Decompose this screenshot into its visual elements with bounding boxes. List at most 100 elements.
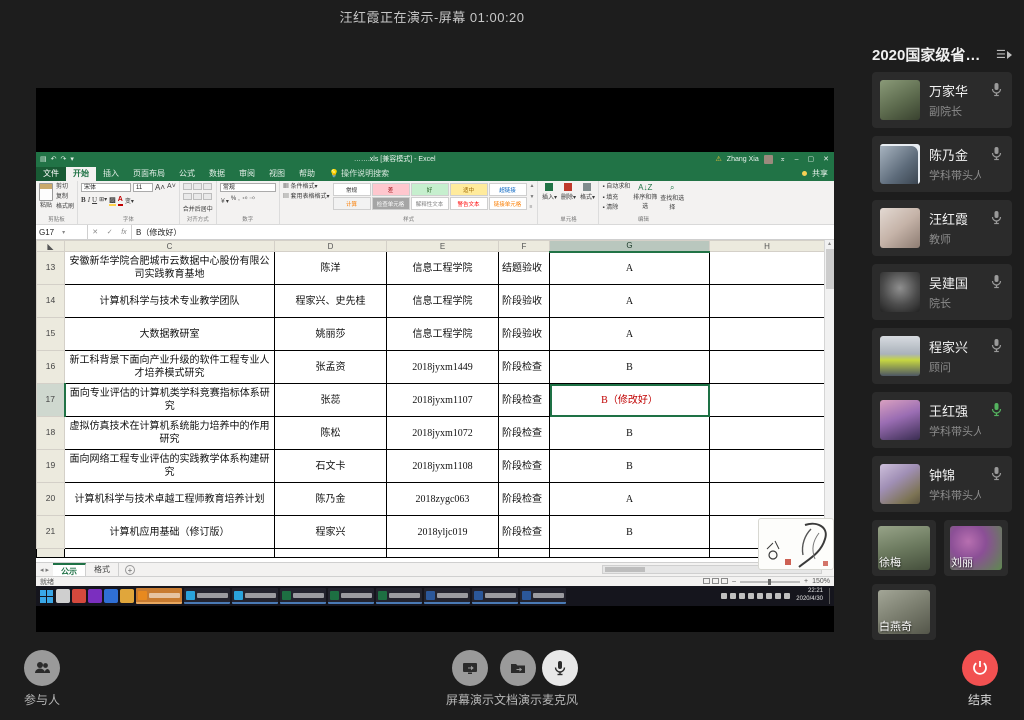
paste-label[interactable]: 粘贴: [40, 202, 52, 211]
cell-unit-or-number[interactable]: 信息工程学院: [387, 252, 499, 285]
cell-grade[interactable]: B: [550, 351, 710, 384]
italic-button[interactable]: I: [88, 196, 90, 206]
zoom-slider[interactable]: [740, 581, 800, 583]
taskbar-window-button[interactable]: [136, 588, 182, 604]
cancel-entry-icon[interactable]: ✕: [92, 228, 98, 236]
cell-unit-or-number[interactable]: 2018jyxm1107: [387, 384, 499, 417]
clipboard-small-button[interactable]: 复制: [56, 193, 74, 202]
excel-tab-5[interactable]: 公式: [172, 167, 202, 181]
cell-style-chip[interactable]: 适中: [450, 183, 488, 196]
cell-style-chip[interactable]: 警告文本: [450, 197, 488, 210]
indent-buttons[interactable]: [183, 193, 212, 200]
excel-tab-1[interactable]: 文件: [36, 167, 66, 181]
decimal-icons[interactable]: ⁺⁰ ⁻⁰: [242, 196, 255, 205]
table-row[interactable]: 21 计算机应用基础（修订版） 程家兴 2018yljc019 阶段检查 B: [37, 516, 825, 549]
taskbar-pinned-icon[interactable]: [88, 589, 102, 603]
excel-tab-8[interactable]: 视图: [262, 167, 292, 181]
participant-card[interactable]: 王红强 学科带头人: [872, 392, 1012, 448]
end-meeting-button[interactable]: 结束: [962, 650, 998, 708]
cell-stage[interactable]: 阶段验收: [499, 285, 550, 318]
excel-quick-access-toolbar[interactable]: ▤↶↷▾: [40, 156, 74, 163]
cell-unit-or-number[interactable]: 信息工程学院: [387, 318, 499, 351]
insert-function-icon[interactable]: fx: [121, 229, 126, 236]
zoom-in-icon[interactable]: +: [804, 578, 808, 585]
cell-leader[interactable]: 陈松: [275, 417, 387, 450]
cell-grade[interactable]: B: [550, 417, 710, 450]
table-row[interactable]: 14 计算机科学与技术专业教学团队 程家兴、史先桂 信息工程学院 阶段验收 A: [37, 285, 825, 318]
bold-button[interactable]: B: [81, 196, 86, 206]
cell-empty[interactable]: [710, 417, 825, 450]
row-number[interactable]: 21: [37, 516, 65, 549]
cell-unit-or-number[interactable]: 信息工程学院: [387, 285, 499, 318]
number-format-select[interactable]: 常规: [220, 183, 276, 192]
phonetic-icon[interactable]: 变▾: [125, 196, 134, 206]
taskbar-clock[interactable]: 22:21 2020/4/30: [796, 588, 823, 604]
zoom-level[interactable]: 150%: [812, 578, 830, 585]
column-header-d[interactable]: D: [275, 241, 387, 252]
fill-color-icon[interactable]: ▨: [109, 196, 116, 206]
row-number[interactable]: 15: [37, 318, 65, 351]
cell-style-chip[interactable]: 链接单元格: [489, 197, 527, 210]
shrink-font-icon[interactable]: A˅: [167, 183, 176, 192]
sort-filter-button[interactable]: A↓Z排序和筛选: [633, 183, 657, 210]
cell-empty[interactable]: [710, 285, 825, 318]
row-number[interactable]: 20: [37, 483, 65, 516]
font-color-icon[interactable]: A: [118, 196, 123, 206]
cell-stage[interactable]: 阶段检查: [499, 450, 550, 483]
clipboard-small-button[interactable]: 格式刷: [56, 203, 74, 212]
editing-small-button[interactable]: ▪ 填充: [602, 194, 630, 204]
cell-grade[interactable]: B（修改好）: [550, 384, 710, 417]
editing-small-button[interactable]: ▪ 清除: [602, 204, 630, 214]
merge-center-button[interactable]: 合并后居中: [183, 204, 213, 213]
taskbar-window-button[interactable]: [472, 588, 518, 604]
column-header-c[interactable]: C: [65, 241, 275, 252]
cell-stage[interactable]: 结题验收: [499, 252, 550, 285]
mic-status-icon[interactable]: [990, 338, 1004, 359]
cell-style-chip[interactable]: 计算: [333, 197, 371, 210]
cell-stage[interactable]: 阶段检查: [499, 384, 550, 417]
mic-status-icon[interactable]: [990, 146, 1004, 167]
grow-font-icon[interactable]: A˄: [155, 183, 165, 192]
view-shortcut-icons[interactable]: [701, 578, 728, 586]
row-number[interactable]: 14: [37, 285, 65, 318]
vertical-scrollbar[interactable]: ▴: [824, 240, 834, 558]
mic-status-icon[interactable]: [990, 274, 1004, 295]
conditional-format-button[interactable]: ▦ 条件格式▾: [283, 183, 330, 192]
row-number[interactable]: 13: [37, 252, 65, 285]
excel-tab-10[interactable]: 💡 操作说明搜索: [322, 167, 396, 181]
cell-leader[interactable]: 张孟资: [275, 351, 387, 384]
cell-stage[interactable]: 阶段验收: [499, 318, 550, 351]
add-sheet-icon[interactable]: +: [125, 565, 135, 575]
taskbar-pinned-icon[interactable]: [104, 589, 118, 603]
comma-icon[interactable]: ,: [238, 196, 240, 205]
cell-stage[interactable]: 阶段检查: [499, 483, 550, 516]
table-row[interactable]: 19 面向网络工程专业评估的实践教学体系构建研究 石文卡 2018jyxm110…: [37, 450, 825, 483]
cell-grade[interactable]: A: [550, 318, 710, 351]
cell-unit-or-number[interactable]: 2018zygc063: [387, 483, 499, 516]
table-row[interactable]: 13 安徽新华学院合肥城市云数据中心股份有限公司实践教育基地 陈洋 信息工程学院…: [37, 252, 825, 285]
cell-stage[interactable]: 阶段检查: [499, 351, 550, 384]
participant-tile[interactable]: 徐梅: [872, 520, 936, 576]
row-number[interactable]: 19: [37, 450, 65, 483]
cell-leader[interactable]: 张蕊: [275, 384, 387, 417]
cell-leader[interactable]: 姚丽莎: [275, 318, 387, 351]
cell-unit-or-number[interactable]: 2018jyxm1072: [387, 417, 499, 450]
cell-empty[interactable]: [710, 450, 825, 483]
cell-leader[interactable]: 石文卡: [275, 450, 387, 483]
ribbon-display-icon[interactable]: ⌅: [778, 155, 788, 163]
participant-card[interactable]: 吴建国 院长: [872, 264, 1012, 320]
cell-empty[interactable]: [710, 318, 825, 351]
cell-leader[interactable]: 程家兴: [275, 516, 387, 549]
system-tray[interactable]: 22:21 2020/4/30: [721, 588, 832, 604]
confirm-entry-icon[interactable]: ✓: [107, 228, 113, 236]
zoom-out-icon[interactable]: –: [732, 578, 736, 585]
microphone-button[interactable]: 麦克风: [542, 650, 578, 708]
cell-style-chip[interactable]: 检查单元格: [372, 197, 410, 210]
cell-stage[interactable]: 阶段检查: [499, 417, 550, 450]
font-size-select[interactable]: 11: [133, 183, 153, 192]
sheet-tab-active[interactable]: 公示: [53, 563, 86, 577]
align-buttons[interactable]: [183, 183, 212, 190]
participants-button[interactable]: 参与人: [24, 650, 60, 708]
cell-project-name[interactable]: 计算机科学与技术专业教学团队: [65, 285, 275, 318]
taskbar-window-button[interactable]: [280, 588, 326, 604]
